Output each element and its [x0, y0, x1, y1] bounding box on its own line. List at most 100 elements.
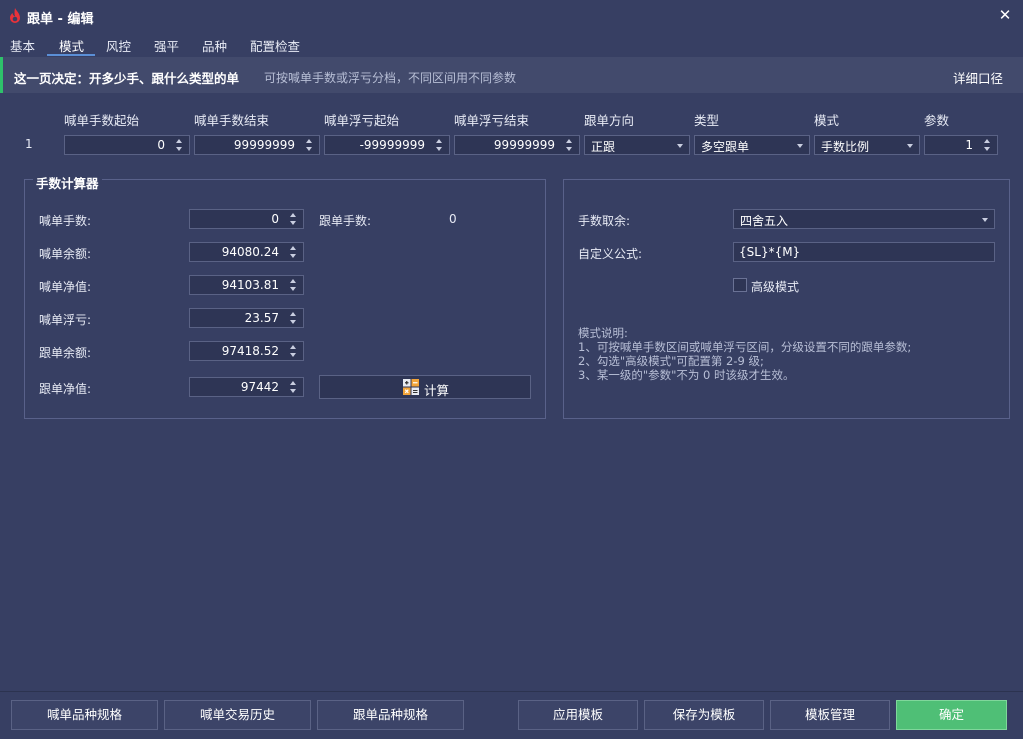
follow-equity-label: 跟单净值: — [39, 382, 92, 396]
float-end-spinbox[interactable]: 99999999 — [454, 135, 580, 155]
spin-arrows-icon[interactable] — [290, 310, 299, 326]
row-index: 1 — [25, 137, 33, 151]
chevron-down-icon — [982, 218, 988, 222]
window-title: 跟单 - 编辑 — [27, 12, 94, 27]
tab-mode[interactable]: 模式 — [59, 36, 84, 55]
float-start-value: -99999999 — [359, 138, 425, 152]
rounding-value: 四舍五入 — [740, 214, 789, 228]
close-icon[interactable]: ✕ — [996, 6, 1014, 24]
caller-history-button[interactable]: 喊单交易历史 — [164, 700, 311, 730]
header-lots-start: 喊单手数起始 — [64, 113, 140, 128]
chevron-down-icon — [797, 144, 803, 148]
header-float-end: 喊单浮亏结束 — [454, 113, 530, 128]
type-select[interactable]: 多空跟单 — [694, 135, 810, 155]
tab-force-close[interactable]: 强平 — [154, 36, 179, 55]
spin-arrows-icon[interactable] — [290, 277, 299, 293]
caller-lots-label: 喊单手数: — [39, 214, 92, 228]
tab-config-check[interactable]: 配置检查 — [250, 36, 300, 55]
details-link[interactable]: 详细口径 — [953, 68, 1003, 87]
advanced-mode-checkbox[interactable] — [733, 278, 747, 292]
save-template-button[interactable]: 保存为模板 — [644, 700, 764, 730]
spin-arrows-icon[interactable] — [306, 137, 315, 153]
chevron-down-icon — [907, 144, 913, 148]
active-tab-indicator — [47, 54, 95, 56]
banner-description: 可按喊单手数或浮亏分档，不同区间用不同参数 — [264, 71, 517, 85]
follow-lots-value: 0 — [449, 212, 457, 226]
caller-balance-label: 喊单余额: — [39, 247, 92, 261]
banner-heading: 这一页决定：开多少手、跟什么类型的单 — [14, 71, 240, 86]
caller-lots-spinbox[interactable]: 0 — [189, 209, 304, 229]
header-float-start: 喊单浮亏起始 — [324, 113, 400, 128]
mode-select[interactable]: 手数比例 — [814, 135, 920, 155]
title-bar: 跟单 - 编辑 ✕ — [0, 0, 1023, 32]
manage-template-button[interactable]: 模板管理 — [770, 700, 890, 730]
spin-arrows-icon[interactable] — [436, 137, 445, 153]
spin-arrows-icon[interactable] — [290, 211, 299, 227]
follow-spec-button[interactable]: 跟单品种规格 — [317, 700, 464, 730]
spin-arrows-icon[interactable] — [290, 244, 299, 260]
rounding-label: 手数取余: — [578, 214, 631, 228]
caller-float-value: 23.57 — [244, 311, 279, 325]
caller-lots-value: 0 — [271, 212, 279, 226]
caller-equity-label: 喊单净值: — [39, 280, 92, 294]
direction-value: 正跟 — [591, 140, 616, 154]
tab-symbols[interactable]: 品种 — [202, 36, 227, 55]
caller-float-label: 喊单浮亏: — [39, 313, 92, 327]
spin-arrows-icon[interactable] — [290, 379, 299, 395]
spin-arrows-icon[interactable] — [290, 343, 299, 359]
custom-formula-input[interactable]: {SL}*{M} — [733, 242, 995, 262]
info-banner: 这一页决定：开多少手、跟什么类型的单 可按喊单手数或浮亏分档，不同区间用不同参数… — [0, 57, 1023, 93]
confirm-button[interactable]: 确定 — [896, 700, 1007, 730]
follow-lots-label: 跟单手数: — [319, 214, 372, 228]
caller-balance-value: 94080.24 — [221, 245, 279, 259]
formula-label: 自定义公式: — [578, 247, 643, 261]
lots-end-spinbox[interactable]: 99999999 — [194, 135, 320, 155]
calculator-icon — [403, 379, 419, 395]
caller-equity-value: 94103.81 — [221, 278, 279, 292]
lots-start-value: 0 — [157, 138, 165, 152]
caller-float-spinbox[interactable]: 23.57 — [189, 308, 304, 328]
advanced-mode-label[interactable]: 高级模式 — [751, 278, 799, 295]
tab-bar: 基本 模式 风控 强平 品种 配置检查 — [0, 32, 1023, 56]
direction-select[interactable]: 正跟 — [584, 135, 690, 155]
calculator-title: 手数计算器 — [33, 173, 102, 192]
notes-heading: 模式说明: — [578, 326, 628, 340]
apply-template-button[interactable]: 应用模板 — [518, 700, 638, 730]
spin-arrows-icon[interactable] — [984, 137, 993, 153]
header-mode: 模式 — [814, 113, 840, 128]
header-lots-end: 喊单手数结束 — [194, 113, 270, 128]
custom-formula-value: {SL}*{M} — [739, 245, 801, 259]
follow-balance-label: 跟单余额: — [39, 346, 92, 360]
calculate-button-label: 计算 — [424, 383, 450, 398]
chevron-down-icon — [677, 144, 683, 148]
float-end-value: 99999999 — [493, 138, 555, 152]
notes-line-2: 2、勾选"高级模式"可配置第 2-9 级; — [578, 354, 764, 368]
header-param: 参数 — [924, 113, 950, 128]
type-value: 多空跟单 — [701, 140, 750, 154]
caller-equity-spinbox[interactable]: 94103.81 — [189, 275, 304, 295]
param-value: 1 — [965, 138, 973, 152]
float-start-spinbox[interactable]: -99999999 — [324, 135, 450, 155]
caller-balance-spinbox[interactable]: 94080.24 — [189, 242, 304, 262]
header-direction: 跟单方向 — [584, 113, 635, 128]
lots-start-spinbox[interactable]: 0 — [64, 135, 190, 155]
follow-equity-spinbox[interactable]: 97442 — [189, 377, 304, 397]
tab-basic[interactable]: 基本 — [10, 36, 35, 55]
follow-balance-value: 97418.52 — [221, 344, 279, 358]
caller-spec-button[interactable]: 喊单品种规格 — [11, 700, 158, 730]
mode-value: 手数比例 — [821, 140, 870, 154]
notes-line-1: 1、可按喊单手数区间或喊单浮亏区间，分级设置不同的跟单参数; — [578, 340, 912, 354]
spin-arrows-icon[interactable] — [566, 137, 575, 153]
tab-risk-control[interactable]: 风控 — [106, 36, 131, 55]
lots-end-value: 99999999 — [233, 138, 295, 152]
follow-balance-spinbox[interactable]: 97418.52 — [189, 341, 304, 361]
calculate-button[interactable]: 计算 — [319, 375, 531, 399]
spin-arrows-icon[interactable] — [176, 137, 185, 153]
follow-equity-value: 97442 — [240, 380, 279, 394]
rounding-select[interactable]: 四舍五入 — [733, 209, 995, 229]
header-type: 类型 — [694, 113, 720, 128]
footer-divider — [0, 691, 1023, 692]
app-logo-icon — [10, 8, 20, 23]
notes-line-3: 3、某一级的"参数"不为 0 时该级才生效。 — [578, 368, 795, 382]
param-spinbox[interactable]: 1 — [924, 135, 998, 155]
